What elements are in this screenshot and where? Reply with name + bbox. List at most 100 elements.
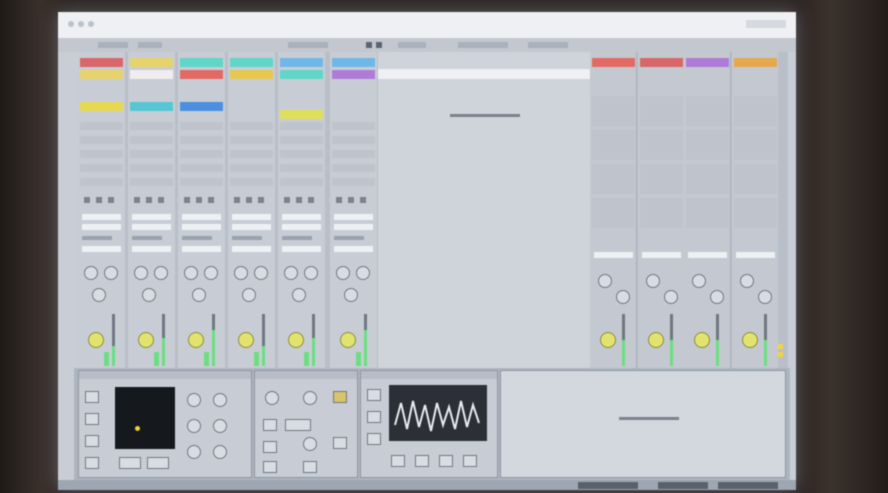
clip-slot[interactable] bbox=[280, 122, 323, 130]
clip-slot[interactable] bbox=[80, 164, 123, 172]
scene-slot[interactable] bbox=[734, 96, 777, 126]
clip-slot[interactable] bbox=[180, 58, 223, 67]
track-activator[interactable] bbox=[104, 352, 109, 366]
scene-slot[interactable] bbox=[734, 198, 777, 228]
send-knob[interactable] bbox=[692, 274, 706, 288]
scene-slot[interactable] bbox=[592, 96, 635, 126]
volume-knob[interactable] bbox=[694, 332, 710, 348]
punch-field[interactable] bbox=[528, 42, 568, 48]
stop-button[interactable] bbox=[376, 42, 382, 48]
device-button[interactable] bbox=[391, 455, 405, 467]
macro-knob[interactable] bbox=[213, 393, 227, 407]
macro-knob[interactable] bbox=[187, 445, 201, 459]
record-button[interactable] bbox=[398, 42, 426, 48]
device-button[interactable] bbox=[367, 411, 381, 423]
device-button[interactable] bbox=[85, 435, 99, 447]
param-knob[interactable] bbox=[303, 437, 317, 451]
input-channel-select[interactable] bbox=[82, 224, 121, 230]
output-select[interactable] bbox=[82, 246, 121, 252]
pan-knob[interactable] bbox=[710, 290, 724, 304]
macro-knob[interactable] bbox=[213, 445, 227, 459]
scene-slot[interactable] bbox=[686, 164, 729, 194]
input-channel-select[interactable] bbox=[232, 224, 271, 230]
device-button[interactable] bbox=[463, 455, 477, 467]
clip-slot[interactable] bbox=[280, 58, 323, 67]
track-activator[interactable] bbox=[356, 352, 361, 366]
input-type-select[interactable] bbox=[232, 214, 271, 220]
monitor-switch[interactable] bbox=[282, 236, 312, 240]
device-drop-area[interactable] bbox=[500, 370, 786, 478]
pan-knob[interactable] bbox=[664, 290, 678, 304]
track-header[interactable] bbox=[686, 58, 729, 67]
arm-button[interactable] bbox=[146, 197, 152, 203]
stop-clip-button[interactable] bbox=[184, 197, 190, 203]
send-a-knob[interactable] bbox=[336, 266, 350, 280]
monitor-switch[interactable] bbox=[182, 236, 212, 240]
arm-button[interactable] bbox=[246, 197, 252, 203]
device-button[interactable] bbox=[85, 457, 99, 469]
volume-knob[interactable] bbox=[88, 332, 104, 348]
clip-slot[interactable] bbox=[230, 70, 273, 79]
track-activator[interactable] bbox=[304, 352, 309, 366]
send-b-knob[interactable] bbox=[304, 266, 318, 280]
clip-slot[interactable] bbox=[332, 164, 375, 172]
clip-slot[interactable] bbox=[230, 164, 273, 172]
scene-slot[interactable] bbox=[592, 130, 635, 160]
send-a-knob[interactable] bbox=[184, 266, 198, 280]
send-b-knob[interactable] bbox=[104, 266, 118, 280]
input-channel-select[interactable] bbox=[334, 224, 373, 230]
clip-slot[interactable] bbox=[230, 122, 273, 130]
scene-slot[interactable] bbox=[686, 198, 729, 228]
send-b-knob[interactable] bbox=[154, 266, 168, 280]
window-controls[interactable] bbox=[746, 20, 786, 28]
clip-slot[interactable] bbox=[180, 178, 223, 186]
clip-slot[interactable] bbox=[130, 102, 173, 111]
arm-button[interactable] bbox=[348, 197, 354, 203]
solo-button[interactable] bbox=[360, 197, 366, 203]
solo-button[interactable] bbox=[308, 197, 314, 203]
clip-slot[interactable] bbox=[80, 122, 123, 130]
output-select[interactable] bbox=[282, 246, 321, 252]
device-button[interactable] bbox=[439, 455, 453, 467]
clip-slot[interactable] bbox=[230, 58, 273, 67]
pan-knob[interactable] bbox=[344, 288, 358, 302]
send-a-knob[interactable] bbox=[234, 266, 248, 280]
device-button[interactable] bbox=[119, 457, 141, 469]
output-select[interactable] bbox=[182, 246, 221, 252]
input-channel-select[interactable] bbox=[182, 224, 221, 230]
minimize-icon[interactable] bbox=[78, 21, 84, 27]
macro-knob[interactable] bbox=[187, 393, 201, 407]
clip-slot[interactable] bbox=[80, 178, 123, 186]
pan-knob[interactable] bbox=[616, 290, 630, 304]
param-knob[interactable] bbox=[303, 391, 317, 405]
clip-slot[interactable] bbox=[80, 150, 123, 158]
clip-slot[interactable] bbox=[80, 70, 123, 79]
macro-knob[interactable] bbox=[213, 419, 227, 433]
pan-knob[interactable] bbox=[192, 288, 206, 302]
pan-knob[interactable] bbox=[758, 290, 772, 304]
clip-slot[interactable] bbox=[80, 136, 123, 144]
arm-button[interactable] bbox=[296, 197, 302, 203]
input-channel-select[interactable] bbox=[132, 224, 171, 230]
solo-button[interactable] bbox=[208, 197, 214, 203]
track-header[interactable] bbox=[592, 58, 635, 67]
clip-slot[interactable] bbox=[180, 122, 223, 130]
xy-cursor[interactable] bbox=[135, 426, 140, 431]
stop-clip-button[interactable] bbox=[284, 197, 290, 203]
clip-slot[interactable] bbox=[130, 136, 173, 144]
device-button[interactable] bbox=[263, 461, 277, 473]
clip-slot[interactable] bbox=[280, 164, 323, 172]
position-field[interactable] bbox=[288, 42, 328, 48]
device-title-bar[interactable] bbox=[361, 371, 497, 379]
input-type-select[interactable] bbox=[182, 214, 221, 220]
monitor-switch[interactable] bbox=[82, 236, 112, 240]
device-button[interactable] bbox=[367, 433, 381, 445]
clip-slot[interactable] bbox=[280, 150, 323, 158]
solo-button[interactable] bbox=[158, 197, 164, 203]
device-title-bar[interactable] bbox=[255, 371, 357, 379]
send-knob[interactable] bbox=[598, 274, 612, 288]
clip-slot[interactable] bbox=[230, 178, 273, 186]
stop-clip-button[interactable] bbox=[234, 197, 240, 203]
send-knob[interactable] bbox=[646, 274, 660, 288]
output-select[interactable] bbox=[334, 246, 373, 252]
